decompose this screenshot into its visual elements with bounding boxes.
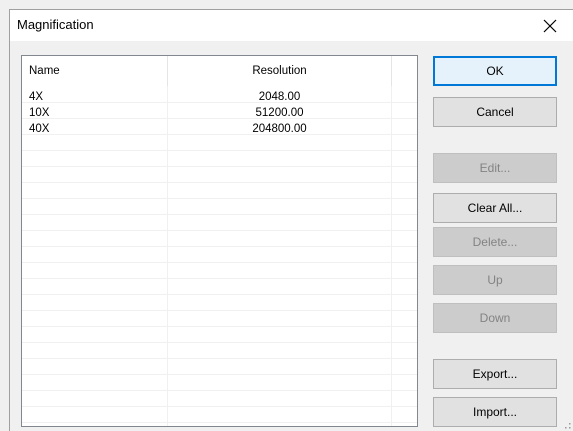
grid-line: [22, 358, 417, 359]
cell-resolution: 2048.00: [258, 91, 301, 103]
grid-line: [22, 326, 417, 327]
cancel-button[interactable]: Cancel: [433, 97, 557, 127]
export-button[interactable]: Export...: [433, 359, 557, 389]
cell-name: 40X: [29, 123, 50, 135]
grid-line: [22, 406, 417, 407]
table-row[interactable]: 10X 51200.00: [22, 107, 417, 119]
list-header: Name Resolution: [22, 56, 417, 86]
title-bar[interactable]: Magnification: [9, 9, 573, 41]
grid-line: [22, 198, 417, 199]
grid-line: [22, 230, 417, 231]
cell-resolution: 204800.00: [252, 123, 307, 135]
grid-line: [22, 150, 417, 151]
grid-line: [22, 214, 417, 215]
grid-line: [22, 166, 417, 167]
grid-line: [22, 262, 417, 263]
clear-all-button[interactable]: Clear All...: [433, 193, 557, 223]
ok-button[interactable]: OK: [433, 56, 557, 86]
column-divider[interactable]: [391, 56, 392, 86]
table-row[interactable]: 40X 204800.00: [22, 123, 417, 135]
delete-button[interactable]: Delete...: [433, 227, 557, 257]
dialog-title: Magnification: [17, 17, 94, 32]
cell-name: 10X: [29, 107, 50, 119]
grid-line: [22, 246, 417, 247]
grid-line: [167, 86, 168, 426]
up-button[interactable]: Up: [433, 265, 557, 295]
cell-resolution: 51200.00: [255, 107, 304, 119]
grid-line: [22, 294, 417, 295]
grid-line: [22, 374, 417, 375]
grid-line: [22, 422, 417, 423]
close-icon: [543, 19, 557, 32]
import-button[interactable]: Import...: [433, 397, 557, 427]
grid-line: [22, 278, 417, 279]
grid-line: [22, 390, 417, 391]
magnification-dialog: Magnification Name Resolution 4X 2048.00…: [0, 0, 573, 431]
cell-name: 4X: [29, 91, 44, 103]
resize-grip-icon[interactable]: [565, 423, 571, 429]
edit-button[interactable]: Edit...: [433, 153, 557, 183]
close-button[interactable]: [527, 10, 573, 41]
grid-line: [22, 182, 417, 183]
column-header-resolution[interactable]: Resolution: [168, 56, 391, 86]
grid-line: [391, 86, 392, 426]
magnification-list[interactable]: Name Resolution 4X 2048.00 10X 51200.00 …: [21, 55, 418, 427]
grid-line: [22, 342, 417, 343]
table-row[interactable]: 4X 2048.00: [22, 91, 417, 103]
grid-line: [22, 310, 417, 311]
down-button[interactable]: Down: [433, 303, 557, 333]
column-header-name[interactable]: Name: [29, 56, 169, 86]
